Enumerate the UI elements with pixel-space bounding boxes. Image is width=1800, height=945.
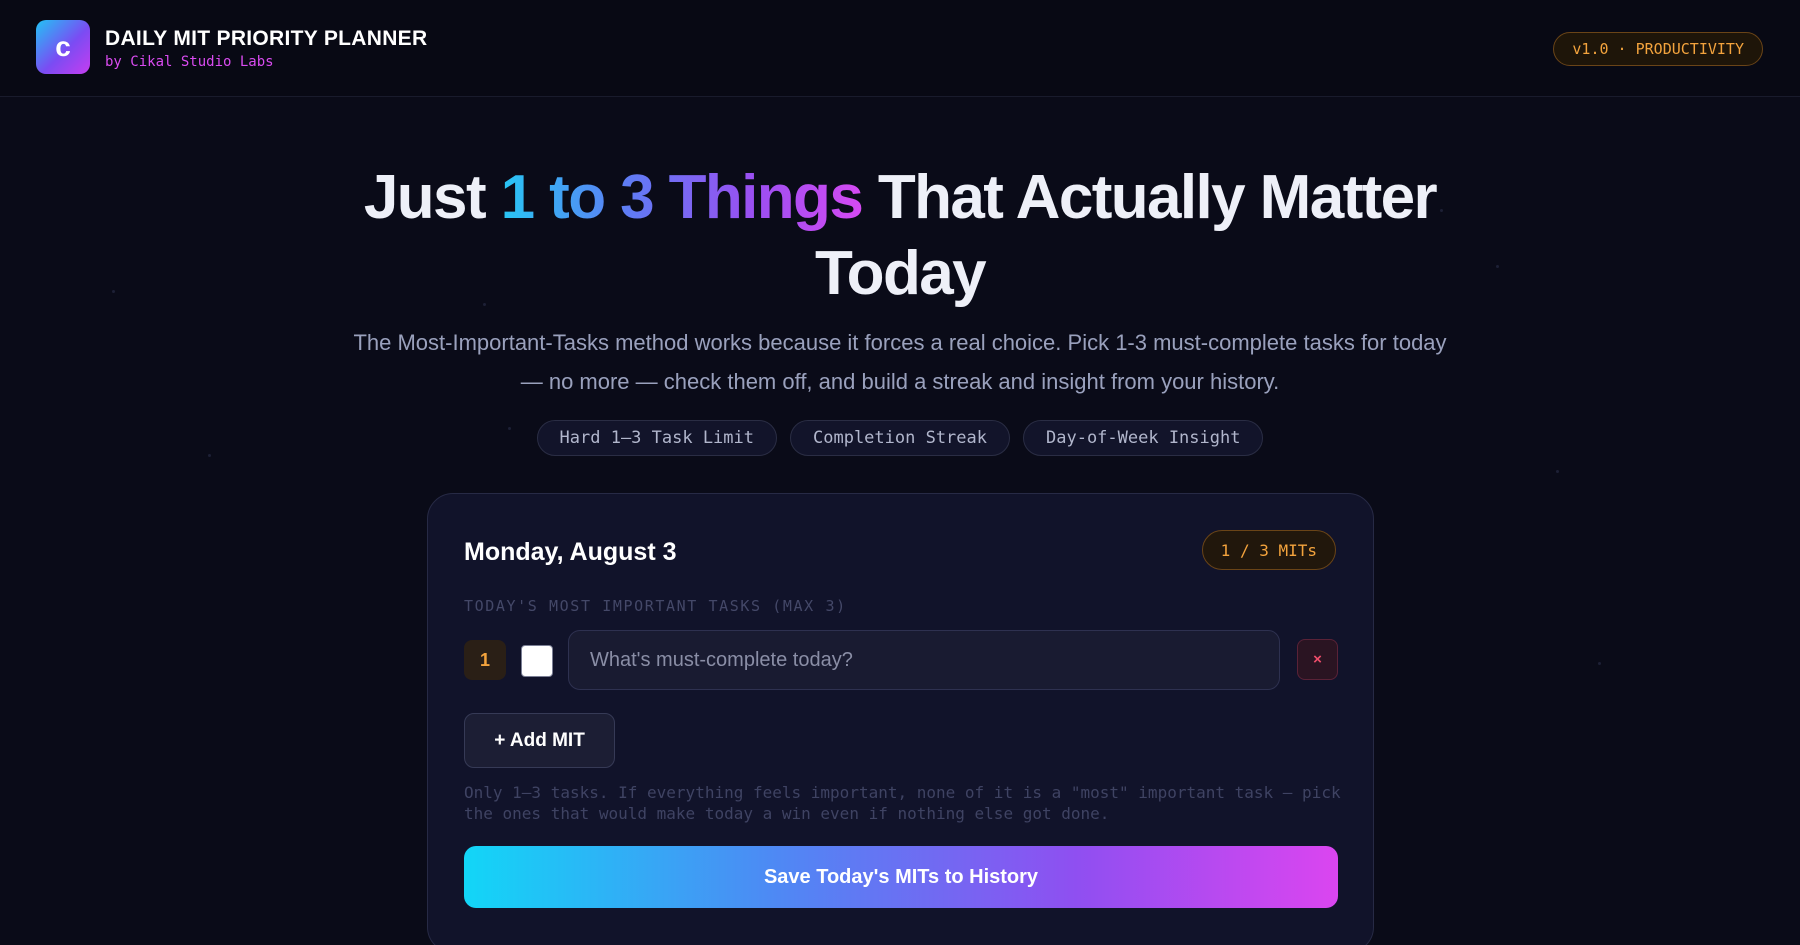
feature-pill-streak: Completion Streak <box>790 420 1010 456</box>
version-badge: v1.0 · PRODUCTIVITY <box>1553 32 1763 66</box>
tasks-section-label: TODAY'S MOST IMPORTANT TASKS (MAX 3) <box>464 597 847 615</box>
app-title: DAILY MIT PRIORITY PLANNER <box>105 27 428 50</box>
current-date: Monday, August 3 <box>464 538 677 566</box>
task-limit-hint: Only 1–3 tasks. If everything feels impo… <box>464 783 1341 823</box>
feature-pill-insight: Day-of-Week Insight <box>1023 420 1264 456</box>
task-row: 1 × <box>464 630 1338 690</box>
hero-title-highlight: 1 to 3 Things <box>500 163 864 232</box>
task-input[interactable] <box>568 630 1280 690</box>
feature-pills: Hard 1–3 Task Limit Completion Streak Da… <box>0 420 1800 456</box>
mit-count-badge: 1 / 3 MITs <box>1201 530 1336 570</box>
background-speck <box>112 290 115 293</box>
hero-description: The Most-Important-Tasks method works be… <box>353 330 1447 394</box>
remove-task-button[interactable]: × <box>1297 639 1338 680</box>
hero-title-end: That Actually Matter Today <box>815 163 1438 308</box>
task-checkbox[interactable] <box>521 645 553 677</box>
feature-pill-task-limit: Hard 1–3 Task Limit <box>536 420 777 456</box>
background-speck <box>1598 662 1601 665</box>
app-subtitle: by Cikal Studio Labs <box>105 54 274 70</box>
app-logo[interactable]: c <box>36 20 90 74</box>
logo-letter: c <box>55 31 71 62</box>
task-number: 1 <box>464 640 506 680</box>
save-history-button[interactable]: Save Today's MITs to History <box>464 846 1338 908</box>
hero-title: Just 1 to 3 Things That Actually Matter … <box>300 160 1500 312</box>
hero-title-start: Just <box>363 163 487 232</box>
top-bar: c DAILY MIT PRIORITY PLANNER by Cikal St… <box>0 0 1800 97</box>
planner-card: Monday, August 3 1 / 3 MITs TODAY'S MOST… <box>427 493 1374 945</box>
close-icon: × <box>1313 651 1322 668</box>
add-mit-button[interactable]: + Add MIT <box>464 713 615 768</box>
background-speck <box>1556 470 1559 473</box>
